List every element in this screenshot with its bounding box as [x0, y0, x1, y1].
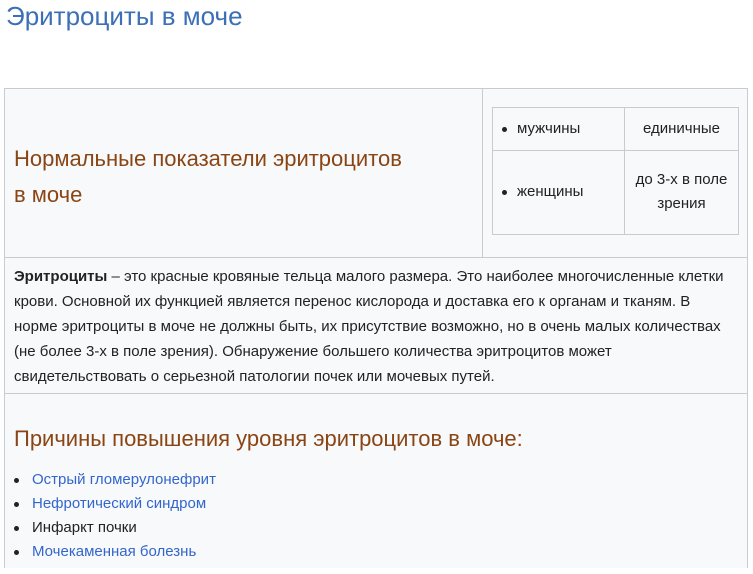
causes-list: Острый гломерулонефрит Нефротический син… [14, 468, 216, 564]
cause-link-glomerulonephritis[interactable]: Острый гломерулонефрит [32, 471, 216, 488]
description-term: Эритроциты [14, 268, 108, 285]
norms-row: Нормальные показатели эритроцитов в моче … [5, 89, 747, 258]
norms-values-cell: мужчины единичные женщины до 3-х в поле … [482, 89, 748, 257]
list-item: Мочекаменная болезнь [14, 540, 216, 564]
causes-heading: Причины повышения уровня эритроцитов в м… [14, 426, 523, 451]
cause-link-nephrotic-syndrome[interactable]: Нефротический синдром [32, 495, 206, 512]
description-row: Эритроциты – это красные кровяные тельца… [5, 258, 747, 394]
norms-row-women: женщины до 3-х в поле зрения [492, 149, 739, 236]
norms-heading-line1: Нормальные показатели эритроцитов [14, 146, 402, 171]
norms-sex-label: мужчины [517, 119, 581, 137]
list-item: Нефротический синдром [14, 492, 216, 516]
bullet-icon [14, 550, 19, 555]
bullet-icon [14, 502, 19, 507]
bullet-icon [14, 526, 19, 531]
norms-heading-line2: в моче [14, 182, 83, 207]
norms-value-cell: до 3-х в поле зрения [624, 149, 739, 236]
bullet-icon [502, 190, 507, 196]
cause-text-kidney-infarction: Инфаркт почки [32, 519, 137, 536]
bullet-icon [502, 126, 507, 132]
info-table: Нормальные показатели эритроцитов в моче … [4, 88, 748, 568]
norms-heading: Нормальные показатели эритроцитов в моче [14, 141, 484, 213]
list-item: Острый гломерулонефрит [14, 468, 216, 492]
norms-row-men: мужчины единичные [492, 107, 739, 151]
bullet-icon [14, 478, 19, 483]
description-paragraph: Эритроциты – это красные кровяные тельца… [14, 264, 738, 389]
cause-link-urolithiasis[interactable]: Мочекаменная болезнь [32, 543, 196, 560]
causes-row: Причины повышения уровня эритроцитов в м… [5, 394, 747, 574]
norms-value-cell: единичные [624, 107, 739, 151]
norms-sex-cell: женщины [492, 149, 625, 236]
norms-table: мужчины единичные женщины до 3-х в поле … [492, 107, 739, 236]
norms-sex-label: женщины [517, 183, 584, 201]
list-item: Инфаркт почки [14, 516, 216, 540]
norms-sex-cell: мужчины [492, 107, 625, 151]
page-title: Эритроциты в моче [6, 1, 243, 31]
description-body: – это красные кровяные тельца малого раз… [14, 268, 724, 385]
